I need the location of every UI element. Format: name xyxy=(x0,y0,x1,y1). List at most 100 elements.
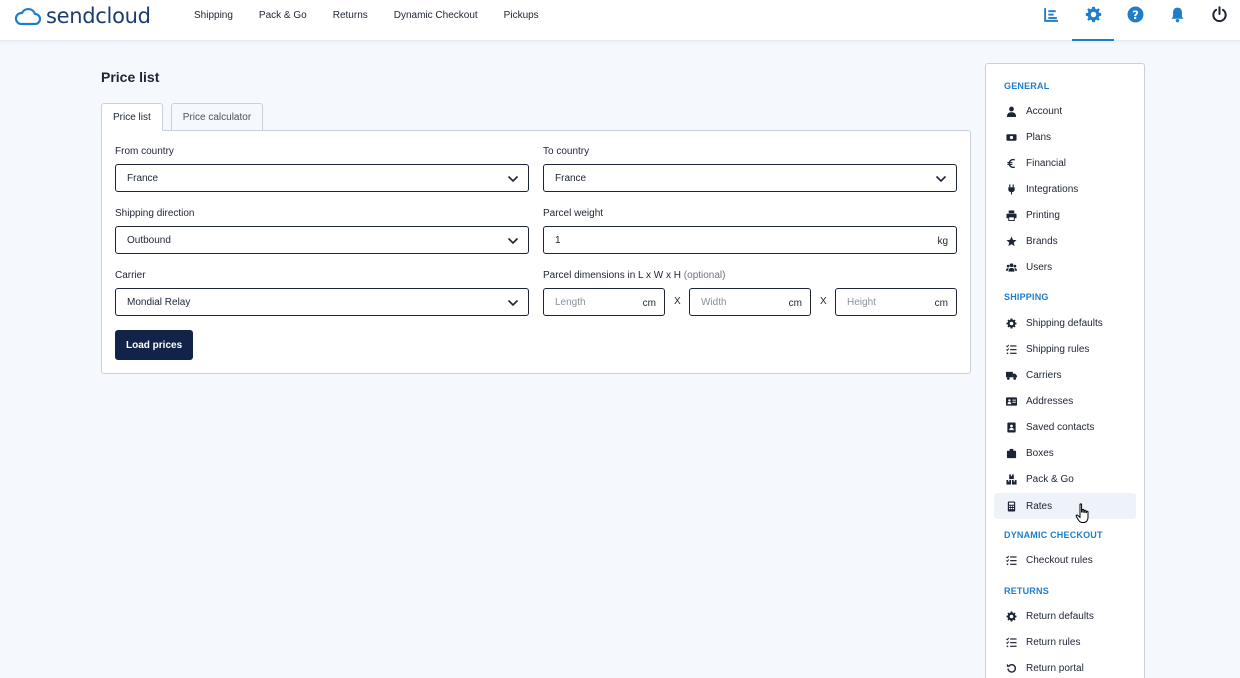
undo-icon xyxy=(1006,663,1016,673)
sidebar-item-label: Addresses xyxy=(1026,395,1074,407)
parcel-dimensions-label-text: Parcel dimensions in L x W x H xyxy=(543,270,682,281)
height-input[interactable]: Height cm xyxy=(835,288,957,316)
checklist-icon xyxy=(1006,637,1017,647)
sendcloud-logo[interactable]: sendcloud xyxy=(14,4,151,28)
page-title: Price list xyxy=(101,69,160,85)
nav-pickups[interactable]: Pickups xyxy=(504,10,539,21)
cog-icon xyxy=(1006,318,1017,328)
sidebar-item-printing[interactable]: Printing xyxy=(994,202,1136,228)
weight-unit: kg xyxy=(937,236,948,247)
height-unit: cm xyxy=(934,298,948,309)
sidebar-item-rates[interactable]: Rates xyxy=(994,493,1136,519)
top-navigation: sendcloud Shipping Pack & Go Returns Dyn… xyxy=(0,0,1240,41)
parcel-weight-label: Parcel weight xyxy=(543,208,604,219)
parcel-weight-input[interactable]: 1 kg xyxy=(543,226,957,254)
sidebar-item-shipping-rules[interactable]: Shipping rules xyxy=(994,336,1136,362)
sidebar-item-label: Printing xyxy=(1026,209,1060,221)
sidebar-item-integrations[interactable]: Integrations xyxy=(994,176,1136,202)
parcel-dimensions-label: Parcel dimensions in L x W x H (optional… xyxy=(543,270,726,281)
sidebar-item-plans[interactable]: Plans xyxy=(994,124,1136,150)
truck-icon xyxy=(1006,371,1017,380)
nav-pack-and-go[interactable]: Pack & Go xyxy=(259,10,307,21)
tab-price-calculator[interactable]: Price calculator xyxy=(170,103,264,131)
shipping-direction-select[interactable]: Outbound xyxy=(115,226,529,254)
sidebar-item-return-defaults[interactable]: Return defaults xyxy=(994,603,1136,629)
gear-icon xyxy=(1085,6,1101,23)
sidebar-item-label: Brands xyxy=(1026,235,1058,247)
sidebar-item-account[interactable]: Account xyxy=(994,98,1136,124)
sidebar-item-saved-contacts[interactable]: Saved contacts xyxy=(994,414,1136,440)
sidebar-item-return-portal[interactable]: Return portal xyxy=(994,655,1136,678)
chevron-down-icon xyxy=(507,175,519,183)
contact-book-icon xyxy=(1007,421,1016,433)
height-placeholder: Height xyxy=(847,296,876,308)
calculator-icon xyxy=(1007,500,1016,512)
user-icon xyxy=(1006,106,1017,117)
sidebar-item-carriers[interactable]: Carriers xyxy=(994,362,1136,388)
dimension-separator: X xyxy=(820,296,827,307)
sidebar-item-label: Boxes xyxy=(1026,447,1054,459)
analytics-icon xyxy=(1043,8,1058,22)
svg-text:?: ? xyxy=(1132,8,1139,22)
sidebar-item-label: Account xyxy=(1026,105,1063,117)
euro-icon xyxy=(1007,158,1015,168)
nav-dynamic-checkout[interactable]: Dynamic Checkout xyxy=(394,10,478,21)
main-nav-links: Shipping Pack & Go Returns Dynamic Check… xyxy=(194,0,565,30)
settings-button[interactable] xyxy=(1072,0,1114,41)
sidebar-item-label: Plans xyxy=(1026,131,1052,143)
sidebar-item-label: Carriers xyxy=(1026,369,1062,381)
parcel-weight-value: 1 xyxy=(555,234,561,246)
chevron-down-icon xyxy=(507,299,519,307)
address-card-icon xyxy=(1006,396,1017,406)
chevron-down-icon xyxy=(507,237,519,245)
help-button[interactable]: ? xyxy=(1114,0,1156,41)
length-input[interactable]: Length cm xyxy=(543,288,665,316)
sidebar-item-brands[interactable]: Brands xyxy=(994,228,1136,254)
help-icon: ? xyxy=(1127,6,1143,23)
money-icon xyxy=(1006,133,1017,141)
power-icon xyxy=(1211,6,1227,23)
sidebar-item-label: Shipping rules xyxy=(1026,343,1090,355)
sidebar-item-label: Return defaults xyxy=(1026,610,1094,622)
cloud-logo-icon xyxy=(14,7,42,26)
bell-icon xyxy=(1170,7,1184,23)
from-country-label: From country xyxy=(115,146,174,157)
tab-price-list[interactable]: Price list xyxy=(101,103,163,131)
analytics-button[interactable] xyxy=(1030,0,1072,41)
notifications-button[interactable] xyxy=(1156,0,1198,41)
sidebar-item-label: Financial xyxy=(1026,157,1067,169)
plug-icon xyxy=(1008,183,1015,195)
section-returns: RETURNS xyxy=(1004,586,1049,596)
width-input[interactable]: Width cm xyxy=(689,288,811,316)
box-icon xyxy=(1006,448,1017,458)
length-unit: cm xyxy=(642,298,656,309)
sidebar-item-return-rules[interactable]: Return rules xyxy=(994,629,1136,655)
length-placeholder: Length xyxy=(555,296,586,308)
checklist-icon xyxy=(1006,555,1017,565)
sidebar-item-pack-and-go[interactable]: Pack & Go xyxy=(994,466,1136,492)
sidebar-item-label: Return portal xyxy=(1026,662,1084,674)
sidebar-item-label: Rates xyxy=(1026,500,1053,512)
sidebar-item-addresses[interactable]: Addresses xyxy=(994,388,1136,414)
width-placeholder: Width xyxy=(701,296,727,308)
dimension-separator: X xyxy=(674,296,681,307)
nav-shipping[interactable]: Shipping xyxy=(194,10,233,21)
nav-returns[interactable]: Returns xyxy=(333,10,368,21)
users-icon xyxy=(1006,262,1017,272)
carrier-value: Mondial Relay xyxy=(127,296,191,308)
sidebar-item-label: Saved contacts xyxy=(1026,421,1095,433)
sidebar-item-checkout-rules[interactable]: Checkout rules xyxy=(994,547,1136,573)
sidebar-item-boxes[interactable]: Boxes xyxy=(994,440,1136,466)
sidebar-item-financial[interactable]: Financial xyxy=(994,150,1136,176)
to-country-value: France xyxy=(555,172,587,184)
load-prices-button[interactable]: Load prices xyxy=(115,330,194,360)
sidebar-item-label: Users xyxy=(1026,261,1053,273)
from-country-select[interactable]: France xyxy=(115,164,529,192)
carrier-select[interactable]: Mondial Relay xyxy=(115,288,529,316)
logout-button[interactable] xyxy=(1198,0,1240,41)
to-country-select[interactable]: France xyxy=(543,164,957,192)
sidebar-item-users[interactable]: Users xyxy=(994,254,1136,280)
price-tabs: Price list Price calculator xyxy=(101,103,271,131)
sidebar-item-shipping-defaults[interactable]: Shipping defaults xyxy=(994,310,1136,336)
sidebar-item-label: Integrations xyxy=(1026,183,1079,195)
